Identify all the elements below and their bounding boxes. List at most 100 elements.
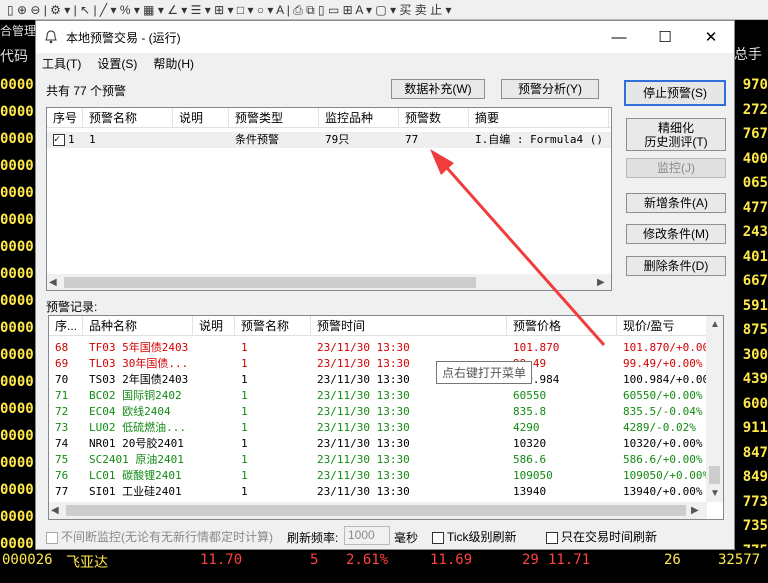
scroll-left-icon[interactable]: ◀ xyxy=(49,277,57,288)
quote-code[interactable]: 0000 xyxy=(0,374,38,390)
alerts-table[interactable]: 序号 预警名称 说明 预警类型 监控品种 预警数 摘要 ✓ 1 1 条件预警 79只 77 I.自编 :… xyxy=(46,107,612,291)
alerts-col-header[interactable]: 预警名称 xyxy=(83,108,173,128)
quote-code[interactable]: 0000 xyxy=(0,509,38,525)
bottom-vol: 29 xyxy=(522,552,539,568)
menu-settings[interactable]: 设置(S) xyxy=(97,55,137,72)
log-row-no: 75 xyxy=(55,453,69,466)
alerts-col-header[interactable]: 监控品种 xyxy=(319,108,399,128)
log-row[interactable]: 70 TS03 2年国债2403 1 23/11/30 13:30 100.984 100… xyxy=(49,372,707,388)
log-col-header[interactable]: 预警价格 xyxy=(507,316,617,336)
log-scroll-left-icon[interactable]: ◀ xyxy=(51,505,59,516)
stop-alert-button[interactable]: 停止预警(S) xyxy=(624,80,726,106)
quote-code[interactable]: 0000 xyxy=(0,428,38,444)
left-tab[interactable]: 合管理 xyxy=(0,22,36,39)
minimize-button[interactable]: — xyxy=(596,21,642,53)
log-hscrollbar[interactable]: ◀ ▶ xyxy=(49,502,707,519)
delete-condition-button[interactable]: 删除条件(D) xyxy=(626,256,726,276)
log-row-name: 2年国债2403 xyxy=(122,373,189,386)
quote-code[interactable]: 0000 xyxy=(0,212,38,228)
log-row[interactable]: 69TL03 30年国债...123/11/30 13:3099.4999.49… xyxy=(49,356,707,372)
log-col-header[interactable]: 品种名称 xyxy=(83,316,193,336)
quote-code[interactable]: 0000 xyxy=(0,239,38,255)
quote-code[interactable]: 0000 xyxy=(0,185,38,201)
quote-code[interactable]: 0000 xyxy=(0,482,38,498)
bottom-code: 000026 xyxy=(2,552,53,568)
refresh-rate-input[interactable]: 1000 xyxy=(344,526,390,545)
log-row[interactable]: 75 SC2401 原油2401 1 23/11/30 13:30 586.6 586.6… xyxy=(49,452,707,468)
log-vscrollbar[interactable]: ▲ ▼ xyxy=(706,316,723,502)
tick-refresh-checkbox[interactable] xyxy=(432,531,444,544)
quote-volume: 847 xyxy=(742,444,768,461)
log-row[interactable]: 76 LC01 碳酸锂2401 1 23/11/30 13:30 109050 10905… xyxy=(49,468,707,484)
dialog-menubar: 工具(T) 设置(S) 帮助(H) xyxy=(36,53,734,73)
continuous-monitor-option[interactable]: 不间断监控(无论有无新行情都定时计算) xyxy=(46,528,273,545)
alert-dialog: 本地预警交易 - (运行) — ☐ ✕ 工具(T) 设置(S) 帮助(H) 共有… xyxy=(35,20,735,550)
alerts-col-header[interactable]: 序号 xyxy=(47,108,83,128)
log-scroll-right-icon[interactable]: ▶ xyxy=(691,505,699,516)
maximize-button[interactable]: ☐ xyxy=(642,21,688,53)
quote-code[interactable]: 0000 xyxy=(0,347,38,363)
menu-help[interactable]: 帮助(H) xyxy=(153,55,194,72)
quote-volume: 970 xyxy=(742,77,768,93)
alerts-hscroll-thumb[interactable] xyxy=(64,277,476,288)
monitor-button[interactable]: 监控(J) xyxy=(626,158,726,178)
close-button[interactable]: ✕ xyxy=(688,21,734,53)
quote-row-bottom[interactable]: 000026 飞亚达 11.70 5 2.61% 11.69 29 11.71 … xyxy=(0,548,768,579)
add-condition-button[interactable]: 新增条件(A) xyxy=(626,193,726,213)
log-row-time: 23/11/30 13:30 xyxy=(317,453,410,466)
alert-log-table[interactable]: 序... 品种名称 说明 预警名称 预警时间 预警价格 现价/盈亏 68 TF03 5年国债2… xyxy=(48,315,724,520)
trading-time-checkbox[interactable] xyxy=(546,531,558,544)
log-vscroll-thumb[interactable] xyxy=(709,466,720,484)
alert-analysis-button[interactable]: 预警分析(Y) xyxy=(501,79,599,99)
scroll-up-icon[interactable]: ▲ xyxy=(710,319,720,330)
dialog-titlebar[interactable]: 本地预警交易 - (运行) — ☐ ✕ xyxy=(36,21,734,53)
quote-code[interactable]: 0000 xyxy=(0,104,38,120)
log-row[interactable]: 72 EC04 欧线2404 1 23/11/30 13:30 835.8 835.5/-… xyxy=(49,404,707,420)
log-col-header[interactable]: 预警名称 xyxy=(235,316,311,336)
alerts-col-header[interactable]: 预警类型 xyxy=(229,108,319,128)
log-row[interactable]: 74 NR01 20号胶2401 1 23/11/30 13:30 10320 10320… xyxy=(49,436,707,452)
quote-code[interactable]: 0000 xyxy=(0,401,38,417)
tick-refresh-option[interactable]: Tick级别刷新 xyxy=(432,528,517,545)
alerts-col-header[interactable]: 摘要 xyxy=(469,108,609,128)
log-row[interactable]: 68 TF03 5年国债2403 1 23/11/30 13:30 101.870 101… xyxy=(49,340,707,356)
quote-code[interactable]: 0000 xyxy=(0,131,38,147)
quote-code[interactable]: 0000 xyxy=(0,158,38,174)
log-row-product: BC02 国际铜2402 xyxy=(83,388,193,404)
alerts-col-header[interactable]: 预警数 xyxy=(399,108,469,128)
alerts-hscrollbar[interactable]: ◀ ▶ xyxy=(47,274,611,290)
log-hscroll-thumb[interactable] xyxy=(66,505,686,516)
log-col-header[interactable]: 序... xyxy=(49,316,83,336)
log-row[interactable]: 77 SI01 工业硅2401 1 23/11/30 13:30 13940 13940/… xyxy=(49,484,707,500)
quote-code[interactable]: 0000 xyxy=(0,320,38,336)
trading-time-option[interactable]: 只在交易时间刷新 xyxy=(546,528,657,545)
modify-condition-button[interactable]: 修改条件(M) xyxy=(626,224,726,244)
menu-tools[interactable]: 工具(T) xyxy=(42,55,81,72)
log-row-desc xyxy=(193,420,235,436)
alert-row[interactable]: ✓ 1 1 条件预警 79只 77 I.自编 : Formula4 () 15 xyxy=(47,132,611,148)
alerts-col-header[interactable]: 说明 xyxy=(173,108,229,128)
log-col-header[interactable]: 说明 xyxy=(193,316,235,336)
log-row[interactable]: 71 BC02 国际铜2402 1 23/11/30 13:30 60550 60550/… xyxy=(49,388,707,404)
history-eval-button[interactable]: 精细化 历史测评(T) xyxy=(626,118,726,151)
quote-list-right: 总手 970 272 767 400 065 477 243 401 667 591 875 300 4… xyxy=(734,20,768,583)
scroll-down-icon[interactable]: ▼ xyxy=(710,488,720,499)
log-row-desc xyxy=(193,452,235,468)
log-row-code: NR01 xyxy=(89,437,116,450)
log-row-price: 835.8 xyxy=(513,405,547,418)
alert-enable-checkbox[interactable]: ✓ xyxy=(53,134,65,146)
continuous-monitor-checkbox[interactable] xyxy=(46,531,58,544)
log-row-price: 101.870 xyxy=(513,341,560,354)
log-row[interactable]: 73 LU02 低硫燃油... 1 23/11/30 13:30 4290 4289/-0… xyxy=(49,420,707,436)
quote-code[interactable]: 0000 xyxy=(0,455,38,471)
log-col-header[interactable]: 现价/盈亏 xyxy=(617,316,707,336)
quote-code[interactable]: 0000 xyxy=(0,293,38,309)
quote-code[interactable]: 0000 xyxy=(0,77,38,93)
data-supplement-button[interactable]: 数据补充(W) xyxy=(391,79,485,99)
toolbar-icons[interactable]: ▯ ⊕ ⊖ | ⚙ ▾ | ↖ | ╱ ▾ % ▾ ▦ ▾ ∠ ▾ ☰ ▾ ⊞ … xyxy=(4,1,454,18)
log-col-header[interactable]: 预警时间 xyxy=(311,316,507,336)
log-row-product: TF03 5年国债2403 xyxy=(83,340,193,356)
quote-code[interactable]: 0000 xyxy=(0,266,38,282)
log-row-product: TS03 2年国债2403 xyxy=(83,372,193,388)
scroll-right-icon[interactable]: ▶ xyxy=(597,277,605,288)
